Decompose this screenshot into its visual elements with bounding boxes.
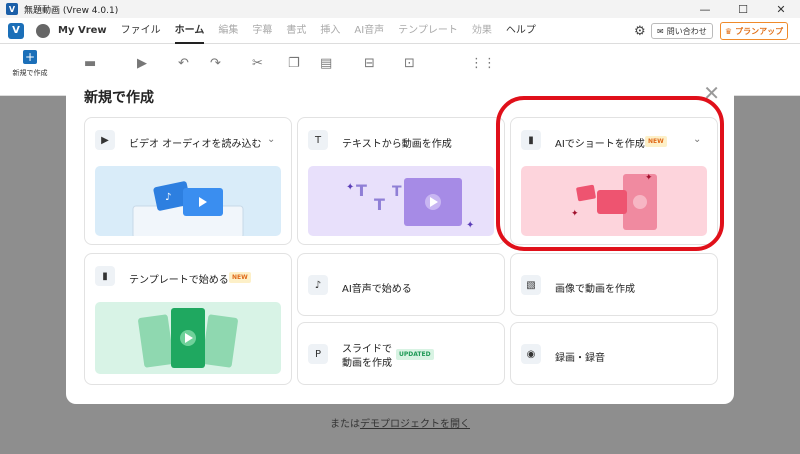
- svg-text:T: T: [392, 184, 402, 200]
- slide-label-line2: 動画を作成: [342, 358, 392, 369]
- window-title: 無題動画 (Vrew 4.0.1): [24, 5, 119, 16]
- updated-badge: UPDATED: [396, 349, 434, 360]
- text-doc-icon: T: [308, 130, 328, 150]
- plus-icon: +: [23, 50, 37, 64]
- video-import-icon: ▶: [95, 130, 115, 150]
- slide-to-video-card[interactable]: P スライドで 動画を作成 UPDATED: [297, 322, 505, 385]
- menu-subtitle[interactable]: 字幕: [252, 18, 272, 44]
- crown-icon: ♛: [724, 26, 733, 36]
- new-badge: NEW: [229, 272, 251, 283]
- slide-label-line1: スライドで: [342, 344, 392, 355]
- svg-text:♪: ♪: [165, 192, 171, 203]
- app-logo-icon: V: [6, 3, 18, 15]
- template-label: テンプレートで始める: [129, 275, 229, 286]
- text-to-video-card[interactable]: T テキストから動画を作成 T T T ✦ ✦: [297, 117, 505, 245]
- menu-template[interactable]: テンプレート: [398, 18, 458, 44]
- menu-ai-voice[interactable]: AI音声: [354, 18, 384, 44]
- chevron-down-icon[interactable]: ⌄: [267, 134, 275, 145]
- mail-icon: ✉: [657, 26, 664, 36]
- demo-project-text: またはデモプロジェクトを開く: [330, 419, 470, 430]
- template-card[interactable]: ▮ テンプレートで始める NEW: [84, 253, 292, 385]
- modal-title: 新規で作成: [84, 90, 154, 106]
- menu-file[interactable]: ファイル: [121, 18, 161, 44]
- close-window-button[interactable]: ✕: [762, 0, 800, 18]
- menu-format[interactable]: 書式: [286, 18, 306, 44]
- contact-button[interactable]: ✉ 問い合わせ: [651, 23, 713, 39]
- plan-up-button[interactable]: ♛ プランアップ: [720, 22, 788, 40]
- folder-illustration: ♪: [95, 166, 281, 236]
- image-icon: ▧: [521, 275, 541, 295]
- svg-text:✦: ✦: [346, 182, 354, 193]
- red-highlight-annotation: [496, 96, 724, 251]
- menu-home[interactable]: ホーム: [174, 18, 205, 44]
- pdf-icon: P: [308, 344, 328, 364]
- window-controls: — ☐ ✕: [686, 0, 800, 18]
- template-icon: ▮: [95, 266, 115, 286]
- template-illustration: [95, 302, 281, 374]
- menu-bar: V My Vrew ファイル ホーム 編集 字幕 書式 挿入 AI音声 テンプレ…: [0, 18, 800, 44]
- record-card[interactable]: ◉ 録画・録音: [510, 322, 718, 385]
- title-bar: V 無題動画 (Vrew 4.0.1) — ☐ ✕: [0, 0, 800, 18]
- menu-help[interactable]: ヘルプ: [506, 18, 536, 44]
- new-project-button[interactable]: + 新規で作成: [10, 50, 50, 78]
- minimize-button[interactable]: —: [686, 0, 724, 18]
- record-label: 録画・録音: [555, 353, 605, 364]
- menu-edit[interactable]: 編集: [218, 18, 238, 44]
- ai-voice-card[interactable]: ♪ AI音声で始める: [297, 253, 505, 316]
- image-to-video-label: 画像で動画を作成: [555, 284, 635, 295]
- vrew-logo-icon[interactable]: V: [8, 22, 24, 39]
- ai-voice-icon: ♪: [308, 275, 328, 295]
- menu-effect[interactable]: 効果: [472, 18, 492, 44]
- demo-project-link[interactable]: デモプロジェクトを開く: [360, 419, 470, 430]
- text-to-video-label: テキストから動画を作成: [342, 139, 452, 150]
- maximize-button[interactable]: ☐: [724, 0, 762, 18]
- svg-text:T: T: [374, 195, 385, 214]
- webcam-icon: ◉: [521, 344, 541, 364]
- video-audio-label: ビデオ オーディオを読み込む: [129, 139, 262, 150]
- menu-insert[interactable]: 挿入: [320, 18, 340, 44]
- text-video-illustration: T T T ✦ ✦: [308, 166, 494, 236]
- ai-voice-label: AI音声で始める: [342, 284, 412, 295]
- svg-text:T: T: [356, 181, 367, 200]
- video-audio-import-card[interactable]: ▶ ビデオ オーディオを読み込む ⌄ ♪: [84, 117, 292, 245]
- image-to-video-card[interactable]: ▧ 画像で動画を作成: [510, 253, 718, 316]
- settings-gear-icon[interactable]: ⚙: [634, 24, 646, 39]
- user-avatar-icon[interactable]: [36, 23, 50, 38]
- svg-text:✦: ✦: [466, 220, 474, 231]
- my-vrew-link[interactable]: My Vrew: [58, 25, 107, 36]
